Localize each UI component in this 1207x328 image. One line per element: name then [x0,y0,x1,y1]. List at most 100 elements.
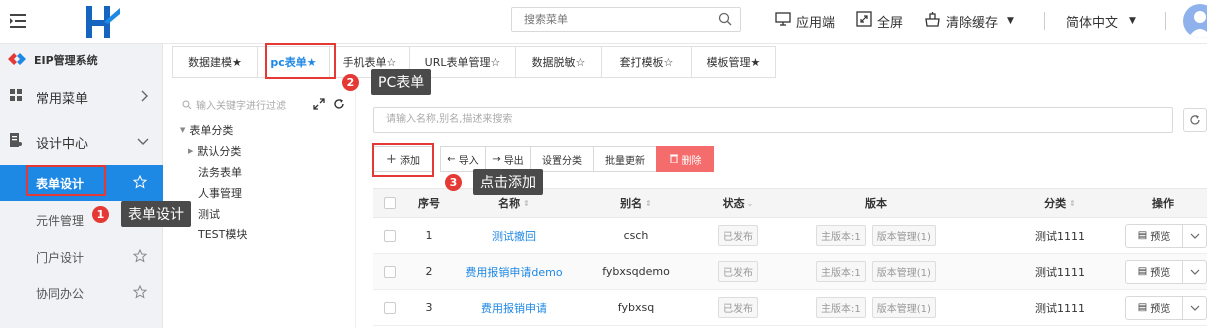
select-all-checkbox[interactable] [373,189,407,217]
row-index: 1 [425,229,433,242]
fullscreen-button[interactable]: 全屏 [856,10,903,32]
search-icon[interactable] [718,12,732,26]
tree-node-label: TEST模块 [198,228,248,241]
tree-node-label: 测试 [198,208,220,221]
sidebar-group-label: 常用菜单 [36,91,89,107]
language-label: 简体中文 [1066,15,1119,31]
chevron-down-icon [1190,305,1199,311]
sidebar-group-label: 设计中心 [36,136,89,152]
module-tabs: 数据建模★ pc表单★ 手机表单☆ URL表单管理☆ 数据脱敏☆ 套打模板☆ 模… [172,46,776,80]
tab-label: 模板管理★ [706,56,761,69]
main-version-tag[interactable]: 主版本:1 [816,261,866,282]
tab-data-mask[interactable]: 数据脱敏☆ [516,46,602,78]
language-select[interactable]: 简体中文 ▼ [1066,10,1136,32]
main-version-tag[interactable]: 主版本:1 [816,297,866,318]
row-actions: ▤ 预览 [1125,254,1207,289]
row-name-link[interactable]: 测试撤回 [451,218,577,253]
preview-button[interactable]: ▤ 预览 [1125,259,1183,284]
status-tag: 已发布 [718,225,758,246]
status-tag: 已发布 [718,261,758,282]
row-category: 测试1111 [1035,301,1085,315]
fullscreen-label: 全屏 [877,15,904,31]
annotation-tooltip: 表单设计 [121,201,191,227]
status-badge: 已发布 [695,254,781,289]
status-badge: 已发布 [695,290,781,325]
batch-update-label: 批量更新 [605,155,645,167]
sidebar-group-common[interactable]: 常用菜单 [0,78,163,116]
tree-filter-input[interactable]: 输入关键字进行过滤 [182,97,286,112]
preview-button[interactable]: ▤ 预览 [1125,295,1183,320]
diamond-logo-icon [8,52,26,68]
expand-icon[interactable] [313,98,325,113]
form-search-input[interactable]: 请输入名称,别名,描述来搜索 [373,107,1173,133]
tree-node-label: 法务表单 [198,166,242,179]
status-tag: 已发布 [718,297,758,318]
row-name-link[interactable]: 费用报销申请 [451,290,577,325]
main-version-tag[interactable]: 主版本:1 [816,225,866,246]
tab-label: 套打模板☆ [619,56,674,69]
header-status[interactable]: 状态 ⌄ [695,189,781,217]
star-icon[interactable] [132,284,148,302]
menu-search-box[interactable] [511,7,741,32]
app-end-button[interactable]: 应用端 [775,10,835,32]
fullscreen-icon [856,11,872,31]
tree-node[interactable]: 测试 [198,206,220,222]
header-version: 版本 [865,197,887,210]
annotation-tooltip: PC表单 [371,69,432,95]
tab-template-manage[interactable]: 模板管理★ [692,46,776,78]
search-icon [182,100,192,109]
sort-icon: ⇕ [645,198,652,208]
sidebar-group-design[interactable]: 设计中心 [0,123,163,161]
menu-toggle-icon[interactable] [8,10,30,32]
sidebar-item-collab[interactable]: 协同办公 [0,275,163,311]
batch-update-button[interactable]: 批量更新 [593,146,657,172]
sidebar-item-label: 协同办公 [36,286,85,301]
system-name: EIP管理系统 [34,54,98,67]
more-actions-dropdown[interactable] [1183,223,1207,248]
version-manage-tag[interactable]: 版本管理(1) [871,225,936,246]
tree-node[interactable]: ▶ 默认分类 [188,143,241,159]
export-label: 导出 [503,155,524,167]
preview-label: 预览 [1150,268,1171,279]
tree-root[interactable]: ▼ 表单分类 [180,122,233,138]
sidebar-item-portal[interactable]: 门户设计 [0,239,163,275]
row-checkbox[interactable] [373,290,407,325]
row-checkbox[interactable] [373,218,407,253]
table-refresh-button[interactable] [1183,108,1207,132]
clear-cache-button[interactable]: 清除缓存 ▼ [924,10,1014,32]
tree-node-label: 默认分类 [197,145,242,158]
logo [82,2,122,42]
refresh-icon[interactable] [333,98,345,113]
more-actions-dropdown[interactable] [1183,259,1207,284]
more-actions-dropdown[interactable] [1183,295,1207,320]
caret-right-icon: ▶ [188,147,194,155]
caret-down-icon: ▼ [1007,16,1014,26]
header-alias[interactable]: 别名 ⇕ [577,189,695,217]
version-manage-tag[interactable]: 版本管理(1) [871,261,936,282]
preview-icon: ▤ [1137,266,1148,277]
avatar[interactable] [1183,4,1207,38]
row-alias: fybxsqdemo [602,265,670,278]
delete-button[interactable]: 删除 [656,146,714,172]
tab-label: 数据脱敏☆ [531,56,586,69]
row-index: 3 [425,301,433,314]
row-category: 测试1111 [1035,229,1085,243]
version-manage-tag[interactable]: 版本管理(1) [871,297,936,318]
tree-node[interactable]: 人事管理 [198,185,242,201]
row-checkbox[interactable] [373,254,407,289]
header-index: 序号 [418,197,440,210]
tree-node[interactable]: TEST模块 [198,226,247,242]
annotation-badge: 1 [92,206,109,223]
row-category: 测试1111 [1035,265,1085,279]
row-version: 主版本:1 版本管理(1) [781,254,971,289]
menu-search-input[interactable] [512,8,702,31]
star-icon[interactable] [132,248,148,266]
tab-data-model[interactable]: 数据建模★ [172,46,258,78]
tab-print-template[interactable]: 套打模板☆ [602,46,692,78]
preview-button[interactable]: ▤ 预览 [1125,223,1183,248]
tree-node[interactable]: 法务表单 [198,164,242,180]
row-name-link[interactable]: 费用报销申请demo [451,254,577,289]
star-icon[interactable] [132,174,148,192]
arrow-right-icon: → [492,153,501,165]
row-alias: csch [623,229,649,242]
